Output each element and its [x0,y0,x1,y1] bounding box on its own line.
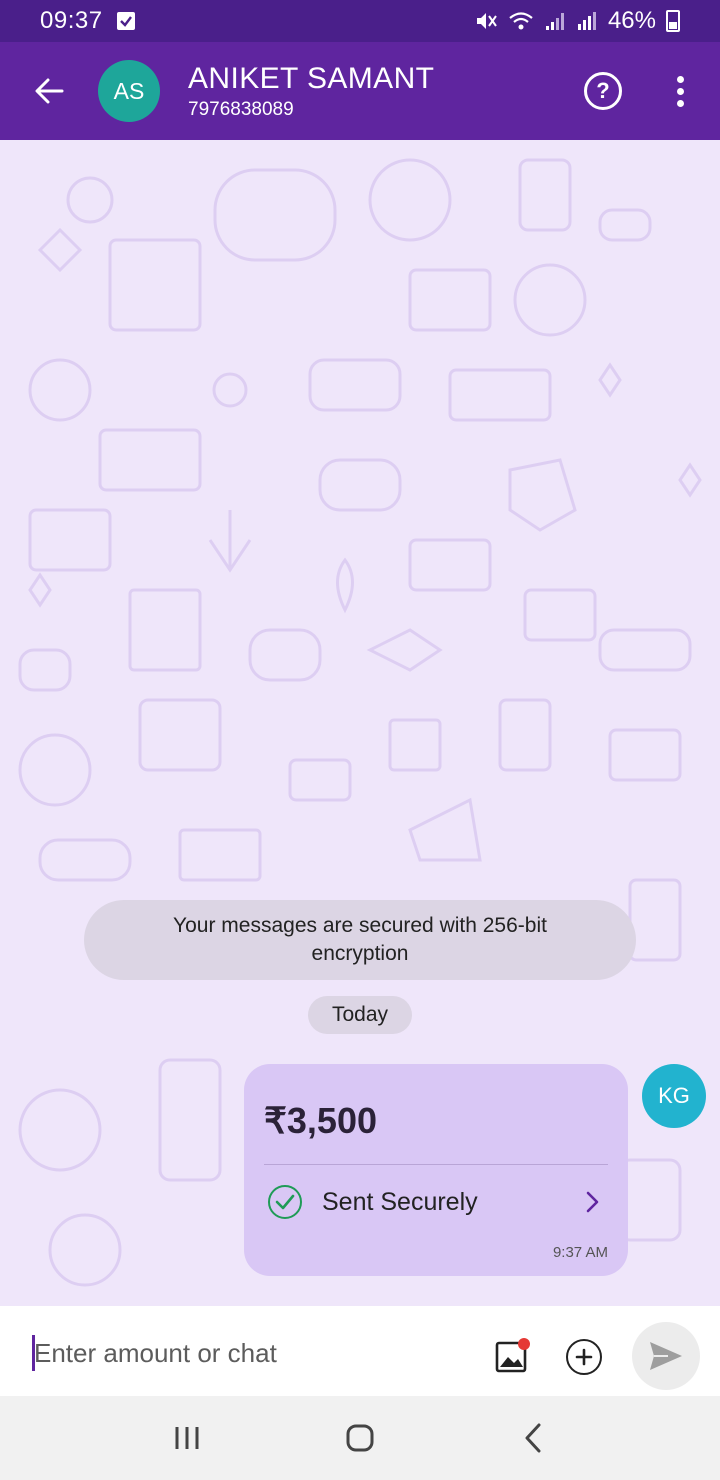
send-icon [650,1342,682,1370]
send-button[interactable] [632,1322,700,1390]
payment-status-row[interactable]: Sent Securely [268,1182,608,1222]
contact-avatar[interactable]: AS [98,60,160,122]
battery-icon [666,10,680,32]
check-circle-icon [268,1185,302,1219]
recent-apps-button[interactable] [157,1408,217,1468]
contact-info[interactable]: ANIKET SAMANT 7976838089 [188,62,434,121]
help-button[interactable]: ? [584,72,622,110]
chevron-left-icon [525,1423,541,1453]
question-circle-icon: ? [596,78,610,103]
message-time: 9:37 AM [552,1244,608,1261]
chat-input[interactable] [34,1328,474,1378]
date-separator: Today [308,996,412,1034]
payment-amount: ₹3,500 [264,1100,377,1141]
system-navigation-bar [0,1396,720,1480]
chevron-right-icon[interactable] [578,1187,608,1217]
home-button[interactable] [330,1408,390,1468]
contact-phone: 7976838089 [188,98,294,120]
system-back-button[interactable] [503,1408,563,1468]
more-options-button[interactable] [650,61,710,121]
status-indicators: 46% [474,7,680,35]
home-icon [346,1424,374,1452]
arrow-left-icon [35,78,64,104]
plus-icon [575,1348,593,1366]
signal-roaming-icon [577,12,596,30]
battery-percentage: 46% [607,7,656,34]
status-bar: 09:37 46% [0,0,720,42]
sender-avatar: KG [642,1064,706,1128]
payment-status: Sent Securely [322,1187,478,1216]
recent-apps-icon [175,1427,199,1449]
add-button[interactable] [566,1339,602,1375]
chat-header: AS ANIKET SAMANT 7976838089 ? [0,42,720,140]
image-icon [495,1338,530,1373]
contact-name: ANIKET SAMANT [188,61,435,95]
bubble-divider [264,1164,608,1165]
mute-icon [476,13,497,29]
encryption-notice: Your messages are secured with 256-bit e… [84,900,636,980]
more-vertical-icon [676,75,684,83]
status-time: 09:37 [40,7,103,34]
chat-area[interactable]: Your messages are secured with 256-bit e… [0,140,720,1306]
wifi-icon [509,12,533,30]
signal-icon [545,13,564,30]
attach-image-button[interactable] [494,1336,532,1374]
back-button[interactable] [18,60,80,122]
payment-message-bubble[interactable]: ₹3,500 Sent Securely 9:37 AM [244,1064,628,1276]
message-composer [0,1306,720,1396]
notification-check-icon [116,12,135,30]
